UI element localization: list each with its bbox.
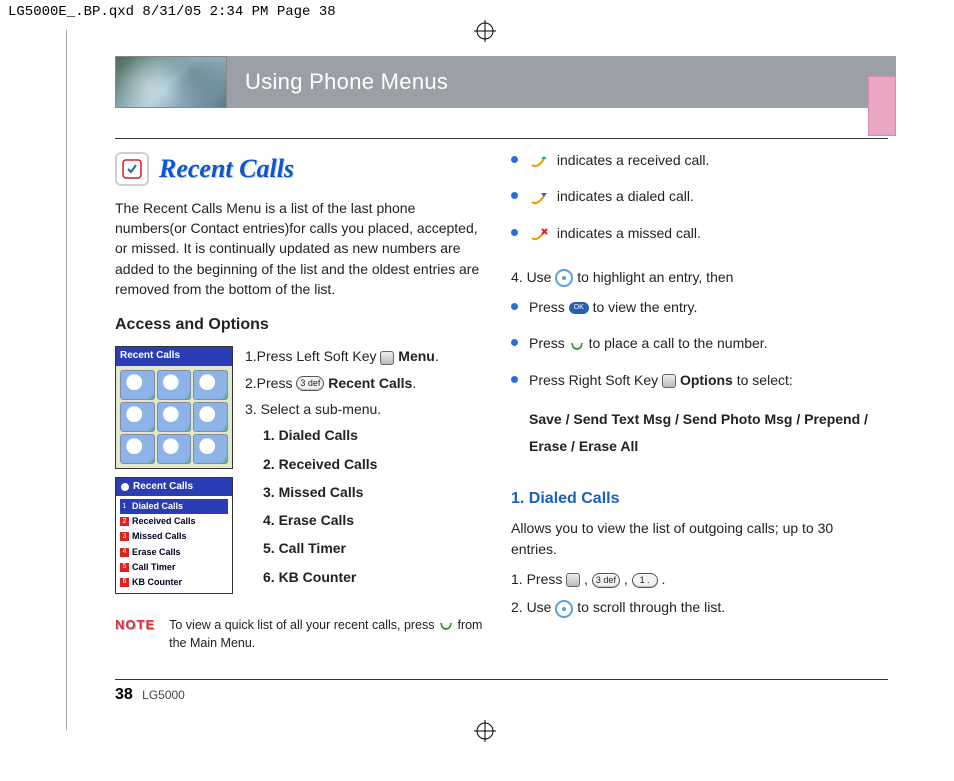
access-options-heading: Access and Options xyxy=(115,313,483,336)
keypad-1-icon: 1 . xyxy=(632,573,658,588)
left-soft-key-icon xyxy=(566,573,580,587)
right-soft-key-icon xyxy=(662,374,676,388)
note-label: NOTE xyxy=(115,616,155,652)
submenu-item: 6. KB Counter xyxy=(263,567,483,587)
registration-mark-bottom xyxy=(474,720,496,742)
send-key-icon xyxy=(438,617,454,633)
submenu-list: 1. Dialed Calls 2. Received Calls 3. Misse… xyxy=(263,425,483,587)
step-1: 1.Press Left Soft Key Menu. xyxy=(245,346,483,366)
submenu-item: 4. Erase Calls xyxy=(263,510,483,530)
nav-pad-icon xyxy=(555,269,573,287)
received-call-icon xyxy=(529,153,549,169)
call-type-legend: indicates a received call. indicates a d… xyxy=(511,150,879,243)
legend-missed: indicates a missed call. xyxy=(511,223,879,243)
note-text: To view a quick list of all your recent … xyxy=(169,616,483,652)
page-footer: 38 LG5000 xyxy=(115,679,888,704)
screenshot-list-row: 5Call Timer xyxy=(120,560,228,575)
recent-calls-title-icon xyxy=(115,152,149,186)
ok-key-icon: OK xyxy=(569,302,589,314)
send-key-icon xyxy=(569,337,585,353)
phone-screenshots: Recent Calls Recent Calls 1Dialed Calls2 xyxy=(115,346,233,601)
content-area: Recent Calls The Recent Calls Menu is a … xyxy=(115,150,885,652)
entry-actions: Press OK to view the entry. Press to pla… xyxy=(511,297,879,390)
screenshot-menu-list: Recent Calls 1Dialed Calls2Received Call… xyxy=(115,477,233,594)
access-steps: 1.Press Left Soft Key Menu. 2.Press 3 de… xyxy=(245,346,483,601)
options-list: Save / Send Text Msg / Send Photo Msg / … xyxy=(529,406,879,459)
submenu-item: 2. Received Calls xyxy=(263,454,483,474)
chapter-header: Using Phone Menus xyxy=(115,56,896,108)
screenshot1-title: Recent Calls xyxy=(116,347,232,366)
step-4: 4. Use to highlight an entry, then xyxy=(511,267,879,287)
section-title: Recent Calls xyxy=(159,150,294,188)
dialed-call-icon xyxy=(529,190,549,206)
screenshot-list-row: 2Received Calls xyxy=(120,514,228,529)
right-column: indicates a received call. indicates a d… xyxy=(511,150,879,652)
nav-pad-icon xyxy=(555,600,573,618)
submenu-item: 3. Missed Calls xyxy=(263,482,483,502)
header-rule xyxy=(115,138,888,139)
dialed-calls-heading: 1. Dialed Calls xyxy=(511,487,879,510)
screenshot-menu-grid: Recent Calls xyxy=(115,346,233,469)
submenu-item: 1. Dialed Calls xyxy=(263,425,483,445)
screenshot2-title: Recent Calls xyxy=(133,480,193,495)
step-3: 3. Select a sub-menu. xyxy=(245,399,483,419)
action-call: Press to place a call to the number. xyxy=(511,333,879,353)
chapter-header-image xyxy=(115,56,227,108)
action-options: Press Right Soft Key Options to select: xyxy=(511,370,879,390)
legend-received: indicates a received call. xyxy=(511,150,879,170)
keypad-3-icon: 3 def xyxy=(592,573,620,588)
note-block: NOTE To view a quick list of all your re… xyxy=(115,616,483,652)
step-2: 2.Press 3 def Recent Calls. xyxy=(245,373,483,393)
missed-call-icon xyxy=(529,226,549,242)
section-tab-pink xyxy=(868,76,896,136)
page-number: 38 xyxy=(115,686,133,703)
legend-dialed: indicates a dialed call. xyxy=(511,186,879,206)
dialed-step-2: 2. Use to scroll through the list. xyxy=(511,597,879,617)
model-name: LG5000 xyxy=(142,688,185,702)
dialed-calls-desc: Allows you to view the list of outgoing … xyxy=(511,518,879,559)
left-column: Recent Calls The Recent Calls Menu is a … xyxy=(115,150,483,652)
left-soft-key-icon xyxy=(380,351,394,365)
screenshot-list-row: 6KB Counter xyxy=(120,575,228,590)
screenshot-list-row: 3Missed Calls xyxy=(120,529,228,544)
section-intro: The Recent Calls Menu is a list of the l… xyxy=(115,198,483,299)
page-frame: Using Phone Menus Recent Calls The Recen… xyxy=(66,30,896,730)
chapter-title: Using Phone Menus xyxy=(227,56,896,108)
screenshot-list-row: 4Erase Calls xyxy=(120,545,228,560)
screenshot-list-row: 1Dialed Calls xyxy=(120,499,228,514)
dialed-step-1: 1. Press , 3 def , 1 . . xyxy=(511,569,879,589)
action-view: Press OK to view the entry. xyxy=(511,297,879,317)
keypad-3-icon: 3 def xyxy=(296,376,324,391)
submenu-item: 5. Call Timer xyxy=(263,538,483,558)
